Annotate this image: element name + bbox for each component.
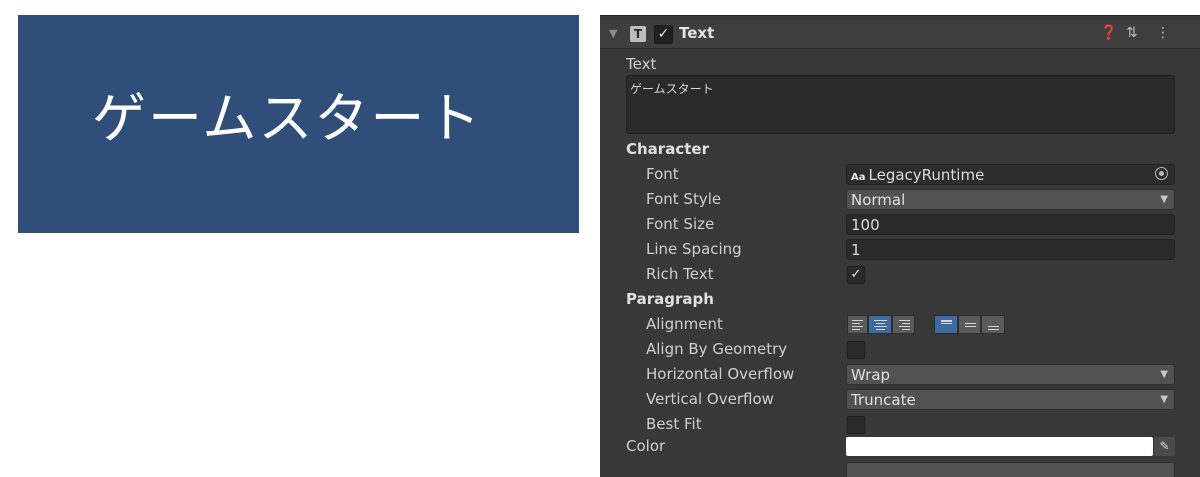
align-lower-button[interactable] (981, 315, 1005, 334)
font-value: LegacyRuntime (868, 166, 985, 184)
horizontal-overflow-value: Wrap (851, 366, 891, 384)
text-input-area[interactable]: ゲームスタート (626, 75, 1175, 134)
chevron-down-icon: ▼ (1160, 394, 1168, 405)
character-section-title: Character (626, 140, 709, 158)
font-style-dropdown[interactable]: Normal ▼ (846, 189, 1175, 210)
align-by-geometry-label: Align By Geometry (646, 340, 788, 358)
align-right-button[interactable] (892, 315, 915, 334)
horizontal-overflow-dropdown[interactable]: Wrap ▼ (846, 364, 1175, 385)
game-preview-panel: ゲームスタート (18, 15, 579, 233)
font-label: Font (646, 165, 679, 183)
align-center-button[interactable] (868, 315, 892, 334)
alignment-label: Alignment (646, 315, 723, 333)
line-spacing-input[interactable]: 1 (846, 239, 1175, 260)
color-label: Color (626, 437, 666, 455)
paragraph-section-title: Paragraph (626, 290, 714, 308)
horizontal-overflow-label: Horizontal Overflow (646, 365, 795, 383)
preset-icon[interactable]: ⇅ (1126, 25, 1138, 41)
align-upper-button[interactable] (934, 315, 958, 334)
more-menu-icon[interactable]: ⋮ (1156, 25, 1170, 41)
eyedropper-icon[interactable]: ✎ (1154, 437, 1175, 456)
best-fit-label: Best Fit (646, 415, 702, 433)
color-swatch[interactable] (846, 437, 1153, 456)
font-object-field[interactable]: Aa LegacyRuntime (846, 164, 1175, 185)
component-header[interactable]: ▼ T ✓ Text ❓ ⇅ ⋮ (600, 20, 1200, 49)
chevron-down-icon: ▼ (1160, 194, 1168, 205)
help-icon[interactable]: ❓ (1100, 25, 1117, 41)
text-component-icon: T (630, 26, 646, 42)
rich-text-checkbox[interactable]: ✓ (847, 266, 865, 284)
font-size-input[interactable]: 100 (846, 214, 1175, 235)
best-fit-checkbox[interactable] (847, 416, 865, 434)
preview-text: ゲームスタート (92, 87, 483, 150)
component-title: Text (679, 24, 715, 42)
vertical-overflow-value: Truncate (851, 391, 916, 409)
component-enabled-checkbox[interactable]: ✓ (654, 25, 673, 44)
rich-text-label: Rich Text (646, 265, 714, 283)
font-size-label: Font Size (646, 215, 715, 233)
inspector-panel: ▼ T ✓ Text ❓ ⇅ ⋮ Text ゲームスタート Character … (600, 15, 1200, 477)
align-middle-button[interactable] (958, 315, 981, 334)
vertical-overflow-dropdown[interactable]: Truncate ▼ (846, 389, 1175, 410)
text-label: Text (626, 55, 657, 73)
text-input-value: ゲームスタート (630, 82, 714, 96)
vertical-overflow-label: Vertical Overflow (646, 390, 774, 408)
object-picker-icon[interactable] (1155, 167, 1168, 180)
chevron-down-icon: ▼ (1160, 369, 1168, 380)
foldout-arrow-icon[interactable]: ▼ (609, 27, 617, 40)
font-asset-icon: Aa (851, 172, 866, 183)
align-left-button[interactable] (847, 315, 868, 334)
align-by-geometry-checkbox[interactable] (847, 341, 865, 359)
line-spacing-label: Line Spacing (646, 240, 742, 258)
next-property-field[interactable] (846, 462, 1175, 477)
font-style-label: Font Style (646, 190, 722, 208)
font-style-value: Normal (851, 191, 906, 209)
